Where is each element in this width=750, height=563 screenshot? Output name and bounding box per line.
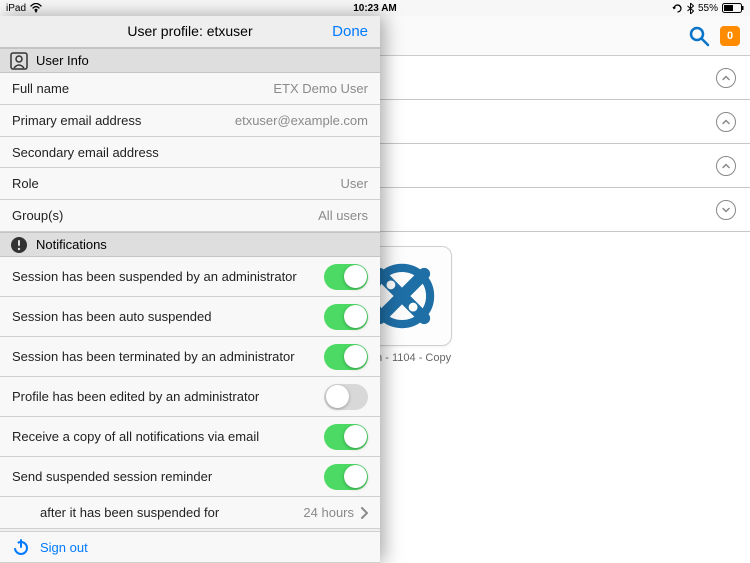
search-icon[interactable] [688,25,710,47]
row-toggle-auto-suspended: Session has been auto suspended [0,297,380,337]
cell-label: Secondary email address [12,145,368,160]
cell-label: Group(s) [12,208,318,223]
toggle-reminder[interactable] [324,464,368,490]
chevron-up-circle-icon[interactable] [716,156,736,176]
row-toggle-profile-edited: Profile has been edited by an administra… [0,377,380,417]
section-label: User Info [36,53,89,68]
row-reminder-delay[interactable]: after it has been suspended for 24 hours [0,497,380,529]
exclamation-circle-icon [10,236,28,254]
user-square-icon [10,52,28,70]
status-bar: iPad 10:23 AM 55% [0,0,750,16]
toggle-suspended-admin[interactable] [324,264,368,290]
sign-out-button[interactable]: Sign out [0,531,380,563]
toggle-terminated-admin[interactable] [324,344,368,370]
row-groups[interactable]: Group(s) All users [0,200,380,232]
cell-label: after it has been suspended for [40,505,303,520]
cell-label: Session has been suspended by an adminis… [12,269,324,284]
battery-pct: 55% [698,3,718,14]
cell-value: All users [318,208,368,223]
user-profile-popover: User profile: etxuser Done User Info Ful… [0,16,380,563]
cell-label: Send suspended session reminder [12,469,324,484]
cell-label: Full name [12,81,273,96]
power-icon [12,538,30,556]
toggle-auto-suspended[interactable] [324,304,368,330]
section-notifications: Notifications [0,232,380,258]
row-secondary-email[interactable]: Secondary email address [0,137,380,169]
chevron-up-circle-icon[interactable] [716,68,736,88]
row-toggle-terminated-admin: Session has been terminated by an admini… [0,337,380,377]
sign-out-label: Sign out [40,540,88,555]
row-full-name[interactable]: Full name ETX Demo User [0,73,380,105]
row-toggle-suspended-admin: Session has been suspended by an adminis… [0,257,380,297]
toggle-profile-edited[interactable] [324,384,368,410]
toggle-email-copy[interactable] [324,424,368,450]
cell-label: Session has been auto suspended [12,309,324,324]
row-primary-email[interactable]: Primary email address etxuser@example.co… [0,105,380,137]
chevron-right-icon [360,507,368,519]
section-label: Notifications [36,237,107,252]
row-toggle-email-copy: Receive a copy of all notifications via … [0,417,380,457]
popover-header: User profile: etxuser Done [0,16,380,48]
cell-label: Session has been terminated by an admini… [12,349,324,364]
cell-value: ETX Demo User [273,81,368,96]
row-role[interactable]: Role User [0,168,380,200]
cell-label: Profile has been edited by an administra… [12,389,324,404]
chevron-down-circle-icon[interactable] [716,200,736,220]
carrier-label: iPad [6,3,26,14]
cell-value: 24 hours [303,505,354,520]
cell-label: Role [12,176,341,191]
row-toggle-reminder: Send suspended session reminder [0,457,380,497]
clock: 10:23 AM [353,3,397,14]
wifi-icon [30,3,42,13]
cell-value: User [341,176,368,191]
popover-title: User profile: etxuser [127,23,252,39]
cell-label: Receive a copy of all notifications via … [12,429,324,444]
notification-badge[interactable]: 0 [720,26,740,46]
chevron-up-circle-icon[interactable] [716,112,736,132]
sync-icon [672,3,683,14]
section-user-info: User Info [0,48,380,74]
cell-value: etxuser@example.com [235,113,368,128]
battery-icon [722,3,744,13]
bluetooth-icon [687,3,694,14]
done-button[interactable]: Done [332,23,368,40]
cell-label: Primary email address [12,113,235,128]
